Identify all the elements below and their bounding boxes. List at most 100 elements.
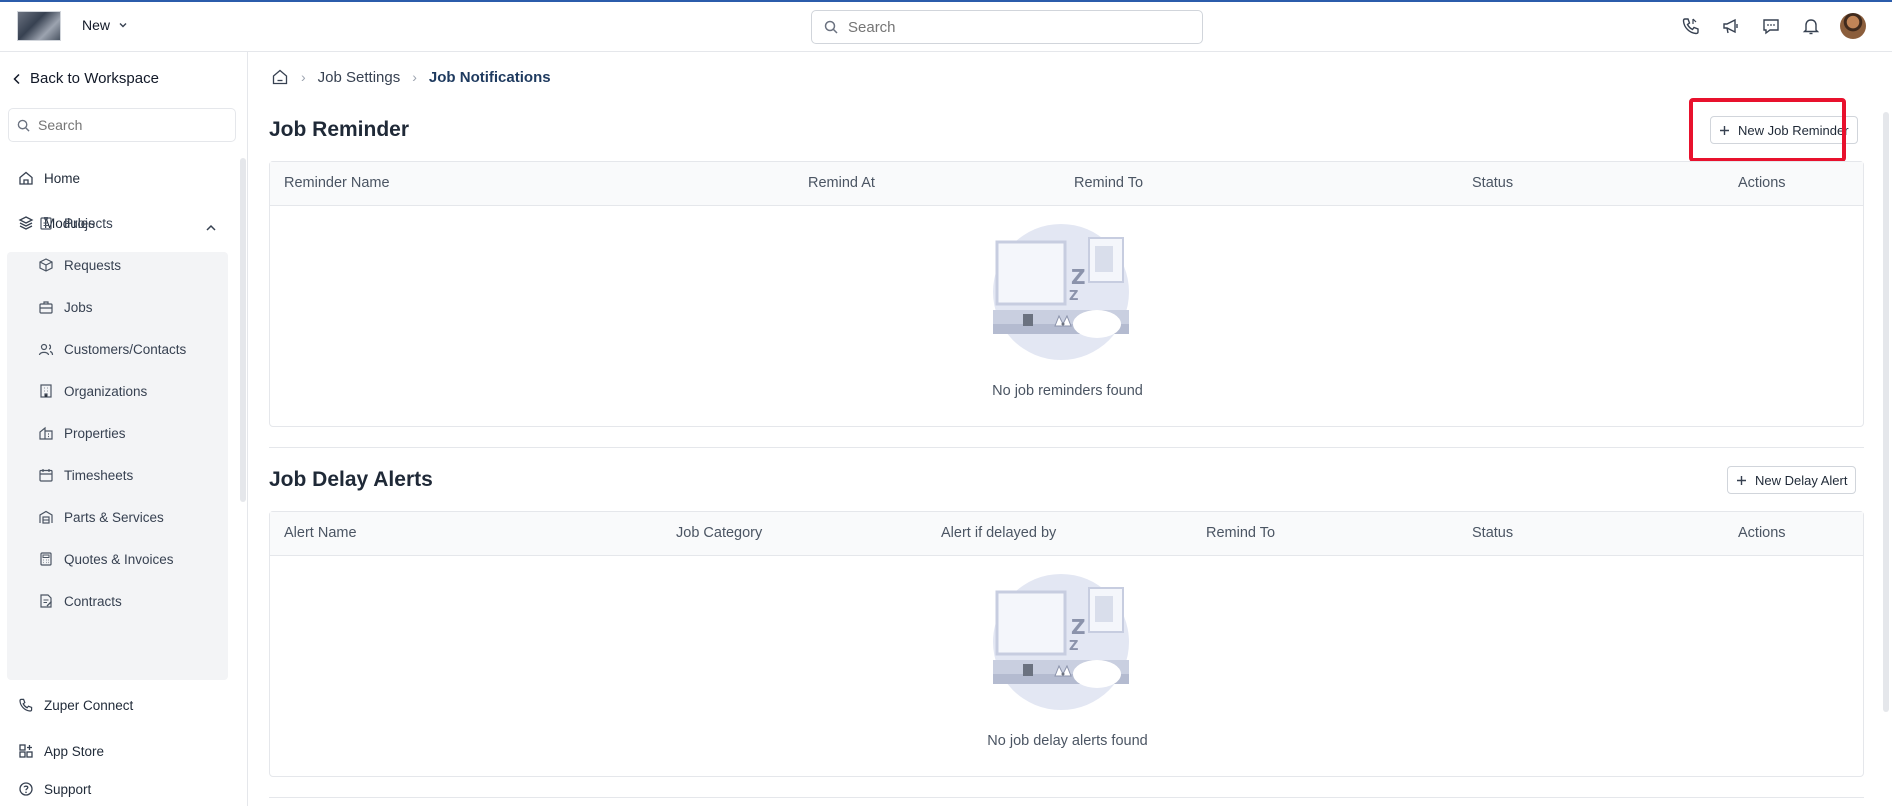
module-item-organizations[interactable]: Organizations xyxy=(38,383,147,399)
module-item-label: Contracts xyxy=(64,593,122,609)
svg-text:Z: Z xyxy=(1071,615,1086,639)
job-reminder-title: Job Reminder xyxy=(269,118,410,141)
module-item-projects[interactable]: Projects xyxy=(38,215,113,231)
col-alert-if-delayed-by: Alert if delayed by xyxy=(941,525,1057,541)
modules-list xyxy=(7,252,228,680)
home-icon xyxy=(19,171,33,185)
new-delay-alert-button[interactable]: New Delay Alert xyxy=(1727,466,1857,494)
new-menu-button[interactable]: New xyxy=(82,17,128,33)
users-icon xyxy=(38,343,54,356)
calculator-icon xyxy=(40,552,52,566)
user-avatar[interactable] xyxy=(1840,13,1866,39)
col-status: Status xyxy=(1472,175,1514,191)
sleeping-cat-illustration: Z Z xyxy=(993,574,1129,710)
top-actions xyxy=(1680,13,1866,39)
new-job-reminder-button[interactable]: New Job Reminder xyxy=(1710,116,1858,144)
svg-text:Z: Z xyxy=(1069,639,1078,654)
module-item-customers-contacts[interactable]: Customers/Contacts xyxy=(38,341,186,357)
main-content: › Job Settings › Job Notifications Job R… xyxy=(249,52,1892,806)
top-bar: New xyxy=(0,2,1892,52)
contract-icon xyxy=(40,594,52,608)
briefcase-icon xyxy=(39,301,53,314)
chevron-left-icon xyxy=(13,73,20,84)
search-icon xyxy=(17,119,30,132)
chevron-right-icon: › xyxy=(412,69,417,85)
new-menu-label: New xyxy=(82,17,111,33)
sidebar-item-home[interactable]: Home xyxy=(18,170,80,186)
module-item-timesheets[interactable]: Timesheets xyxy=(38,467,133,483)
svg-text:Z: Z xyxy=(1071,265,1086,289)
col-remind-to: Remind To xyxy=(1074,175,1144,191)
sleeping-cat-illustration: Z Z xyxy=(993,224,1129,360)
chevron-up-icon[interactable] xyxy=(205,223,217,233)
module-item-parts-services[interactable]: Parts & Services xyxy=(38,509,164,525)
phone-icon xyxy=(19,698,33,712)
main-scrollbar[interactable] xyxy=(1883,112,1889,712)
module-item-label: Projects xyxy=(64,215,113,231)
property-icon xyxy=(39,426,53,440)
help-circle-icon xyxy=(19,782,33,796)
module-item-label: Requests xyxy=(64,257,122,273)
sidebar-item-support-label: Support xyxy=(44,781,92,797)
company-logo[interactable] xyxy=(17,11,61,41)
module-item-properties[interactable]: Properties xyxy=(38,425,126,441)
col-alert-name: Alert Name xyxy=(284,525,357,541)
megaphone-icon[interactable] xyxy=(1720,15,1742,37)
col-actions: Actions xyxy=(1738,525,1786,541)
module-item-jobs[interactable]: Jobs xyxy=(38,299,93,315)
job-delay-alerts-table-header: Alert Name Job Category Alert if delayed… xyxy=(270,512,1863,556)
bell-icon[interactable] xyxy=(1800,15,1822,37)
back-to-workspace-label: Back to Workspace xyxy=(30,70,159,87)
apps-icon xyxy=(19,744,33,758)
module-item-label: Quotes & Invoices xyxy=(64,551,174,567)
sidebar-search-input[interactable] xyxy=(38,117,218,133)
chat-icon[interactable] xyxy=(1760,15,1782,37)
sidebar-item-app-store[interactable]: App Store xyxy=(18,743,104,759)
search-icon xyxy=(824,20,838,34)
sidebar-item-zuper-connect[interactable]: Zuper Connect xyxy=(18,697,133,713)
global-search-input[interactable] xyxy=(848,18,1178,36)
job-delay-alerts-empty-state: Z Z No job delay alerts found xyxy=(270,556,1863,776)
sidebar-item-app-store-label: App Store xyxy=(44,743,105,759)
breadcrumb-current: Job Notifications xyxy=(428,68,551,86)
job-reminder-empty-text: No job reminders found xyxy=(992,383,1143,399)
global-search[interactable] xyxy=(811,10,1203,44)
home-icon[interactable] xyxy=(271,68,289,86)
module-item-requests[interactable]: Requests xyxy=(38,257,121,273)
box-icon xyxy=(39,258,53,272)
col-job-category: Job Category xyxy=(676,525,763,541)
job-delay-alerts-title: Job Delay Alerts xyxy=(269,468,433,491)
chevron-right-icon: › xyxy=(301,69,306,85)
section-divider xyxy=(269,447,1864,448)
module-item-label: Organizations xyxy=(64,383,148,399)
sidebar-item-support[interactable]: Support xyxy=(18,781,91,797)
col-remind-at: Remind At xyxy=(808,175,875,191)
building-icon xyxy=(40,384,52,398)
warehouse-icon xyxy=(39,510,53,524)
breadcrumb: › Job Settings › Job Notifications xyxy=(271,68,551,86)
module-item-label: Properties xyxy=(64,425,126,441)
module-item-label: Customers/Contacts xyxy=(64,341,187,357)
chevron-down-icon xyxy=(119,23,127,28)
module-item-label: Parts & Services xyxy=(64,509,164,525)
clipboard-icon xyxy=(40,217,52,230)
svg-text:Z: Z xyxy=(1069,289,1078,304)
sidebar-search[interactable] xyxy=(8,108,236,142)
sidebar-item-zuper-connect-label: Zuper Connect xyxy=(44,697,134,713)
sidebar: Back to Workspace Home Modules ProjectsR… xyxy=(0,52,248,806)
back-to-workspace-link[interactable]: Back to Workspace xyxy=(12,70,159,87)
new-delay-alert-label: New Delay Alert xyxy=(1755,472,1848,488)
sidebar-item-home-label: Home xyxy=(44,170,81,186)
section-divider xyxy=(269,797,1864,798)
module-item-label: Timesheets xyxy=(64,467,134,483)
phone-icon[interactable] xyxy=(1680,15,1702,37)
sidebar-scrollbar[interactable] xyxy=(240,158,246,502)
col-reminder-name: Reminder Name xyxy=(284,175,390,191)
plus-icon xyxy=(1720,125,1729,135)
breadcrumb-job-settings[interactable]: Job Settings xyxy=(318,69,401,86)
job-delay-alerts-empty-text: No job delay alerts found xyxy=(987,733,1148,749)
job-reminder-empty-state: Z Z No job reminders found xyxy=(270,206,1863,426)
plus-icon xyxy=(1737,475,1746,485)
module-item-quotes-invoices[interactable]: Quotes & Invoices xyxy=(38,551,174,567)
module-item-contracts[interactable]: Contracts xyxy=(38,593,122,609)
